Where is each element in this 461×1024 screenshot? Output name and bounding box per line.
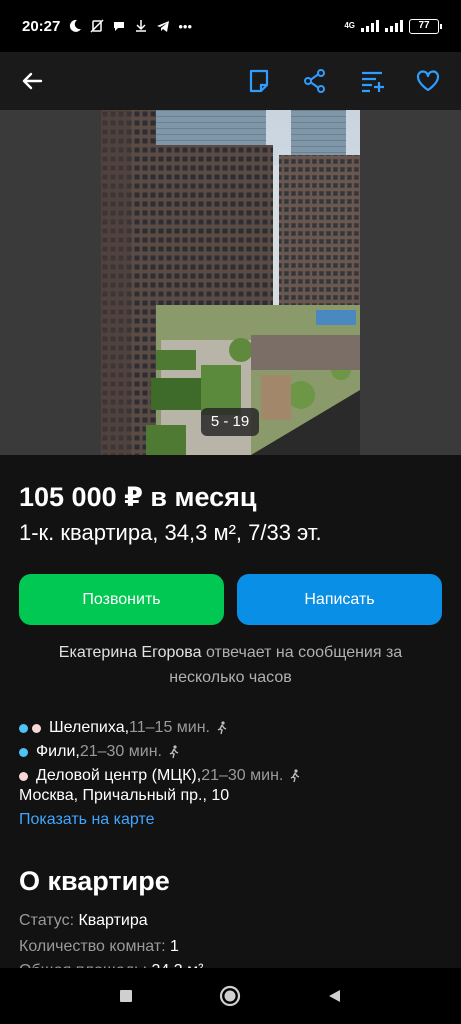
mute-icon: [90, 19, 104, 33]
status-time: 20:27: [22, 17, 61, 35]
download-icon: [136, 20, 147, 32]
recents-button[interactable]: [114, 984, 138, 1008]
photo-gallery[interactable]: 5 - 19: [0, 110, 461, 455]
param-row: Статус: Квартира: [19, 912, 148, 930]
status-icons: •••: [68, 19, 192, 33]
metro-time: 11–15 мин.: [129, 719, 210, 736]
metro-time: 21–30 мин.: [201, 767, 284, 784]
show-on-map-link[interactable]: Показать на карте: [19, 811, 154, 829]
metro-line-dots: [19, 771, 32, 781]
metro-line-dot: [19, 723, 28, 733]
metro-name: Фили,: [36, 743, 80, 760]
param-value: Квартира: [74, 912, 148, 929]
telegram-icon: [157, 21, 170, 32]
walking-icon: [217, 721, 227, 735]
metro-item: Деловой центр (МЦК), 21–30 мин.: [19, 764, 449, 788]
status-bar: 20:27 ••• 4G 77: [0, 0, 461, 52]
listing-address: Москва, Причальный пр., 10: [19, 787, 230, 804]
param-row: Количество комнат: 1: [19, 938, 179, 956]
metro-name: Деловой центр (МЦК),: [36, 767, 202, 784]
metro-line-dot: [19, 771, 28, 781]
back-arrow-icon: [22, 72, 43, 90]
signal-icon-2: [385, 20, 403, 32]
apartment-complex-photo: [101, 110, 360, 455]
compare-button[interactable]: [353, 62, 391, 100]
metro-line-dots: [19, 747, 32, 757]
network-type: 4G: [344, 21, 355, 30]
metro-line-dots: [19, 723, 45, 733]
seller-response-note: Екатерина Егорова отвечает на сообщения …: [19, 640, 442, 690]
about-section-title: О квартире: [19, 866, 170, 896]
write-button[interactable]: Написать: [237, 574, 442, 625]
moon-icon: [70, 19, 82, 32]
more-notifications-icon: •••: [178, 18, 193, 34]
share-icon: [304, 69, 325, 93]
metro-line-dot: [19, 747, 28, 757]
signal-icon: [361, 20, 379, 32]
walking-icon: [291, 769, 300, 783]
metro-item: Шелепиха, 11–15 мин.: [19, 716, 449, 740]
back-nav-button[interactable]: [322, 984, 346, 1008]
metro-item: Фили, 21–30 мин.: [19, 740, 449, 764]
photo-counter: 5 - 19: [201, 408, 259, 436]
system-nav-bar: [0, 968, 461, 1024]
call-button[interactable]: Позвонить: [19, 574, 224, 625]
metro-time: 21–30 мин.: [79, 743, 162, 760]
param-label: Количество комнат:: [19, 938, 166, 955]
listing-photo[interactable]: [101, 110, 360, 455]
recents-icon: [120, 990, 132, 1002]
share-button[interactable]: [296, 62, 334, 100]
home-button[interactable]: [218, 984, 242, 1008]
seller-response-text: отвечает на сообщения за несколько часов: [169, 644, 403, 686]
back-icon: [329, 990, 340, 1002]
metro-line-dot: [32, 723, 41, 733]
home-icon: [219, 985, 241, 1007]
param-value: 1: [165, 938, 179, 955]
status-right: 4G 77: [344, 18, 442, 34]
param-label: Статус:: [19, 912, 75, 929]
walking-icon: [169, 745, 179, 759]
back-button[interactable]: [13, 62, 51, 100]
compare-icon: [362, 71, 384, 93]
heart-icon: [416, 70, 440, 92]
listing-title: 1-к. квартира, 34,3 м², 7/33 эт.: [19, 520, 322, 545]
seller-name[interactable]: Екатерина Егорова: [59, 644, 202, 661]
metro-list: Шелепиха, 11–15 мин. Фили, 21–30 мин. Де…: [19, 716, 449, 788]
listing-price: 105 000 ₽ в месяц: [19, 482, 257, 512]
app-toolbar: [0, 52, 461, 110]
chat-icon: [114, 22, 125, 31]
favorite-button[interactable]: [409, 62, 447, 100]
battery-indicator: 77: [409, 18, 442, 34]
note-icon: [249, 69, 269, 93]
metro-name: Шелепиха,: [49, 719, 130, 736]
note-button[interactable]: [240, 62, 278, 100]
